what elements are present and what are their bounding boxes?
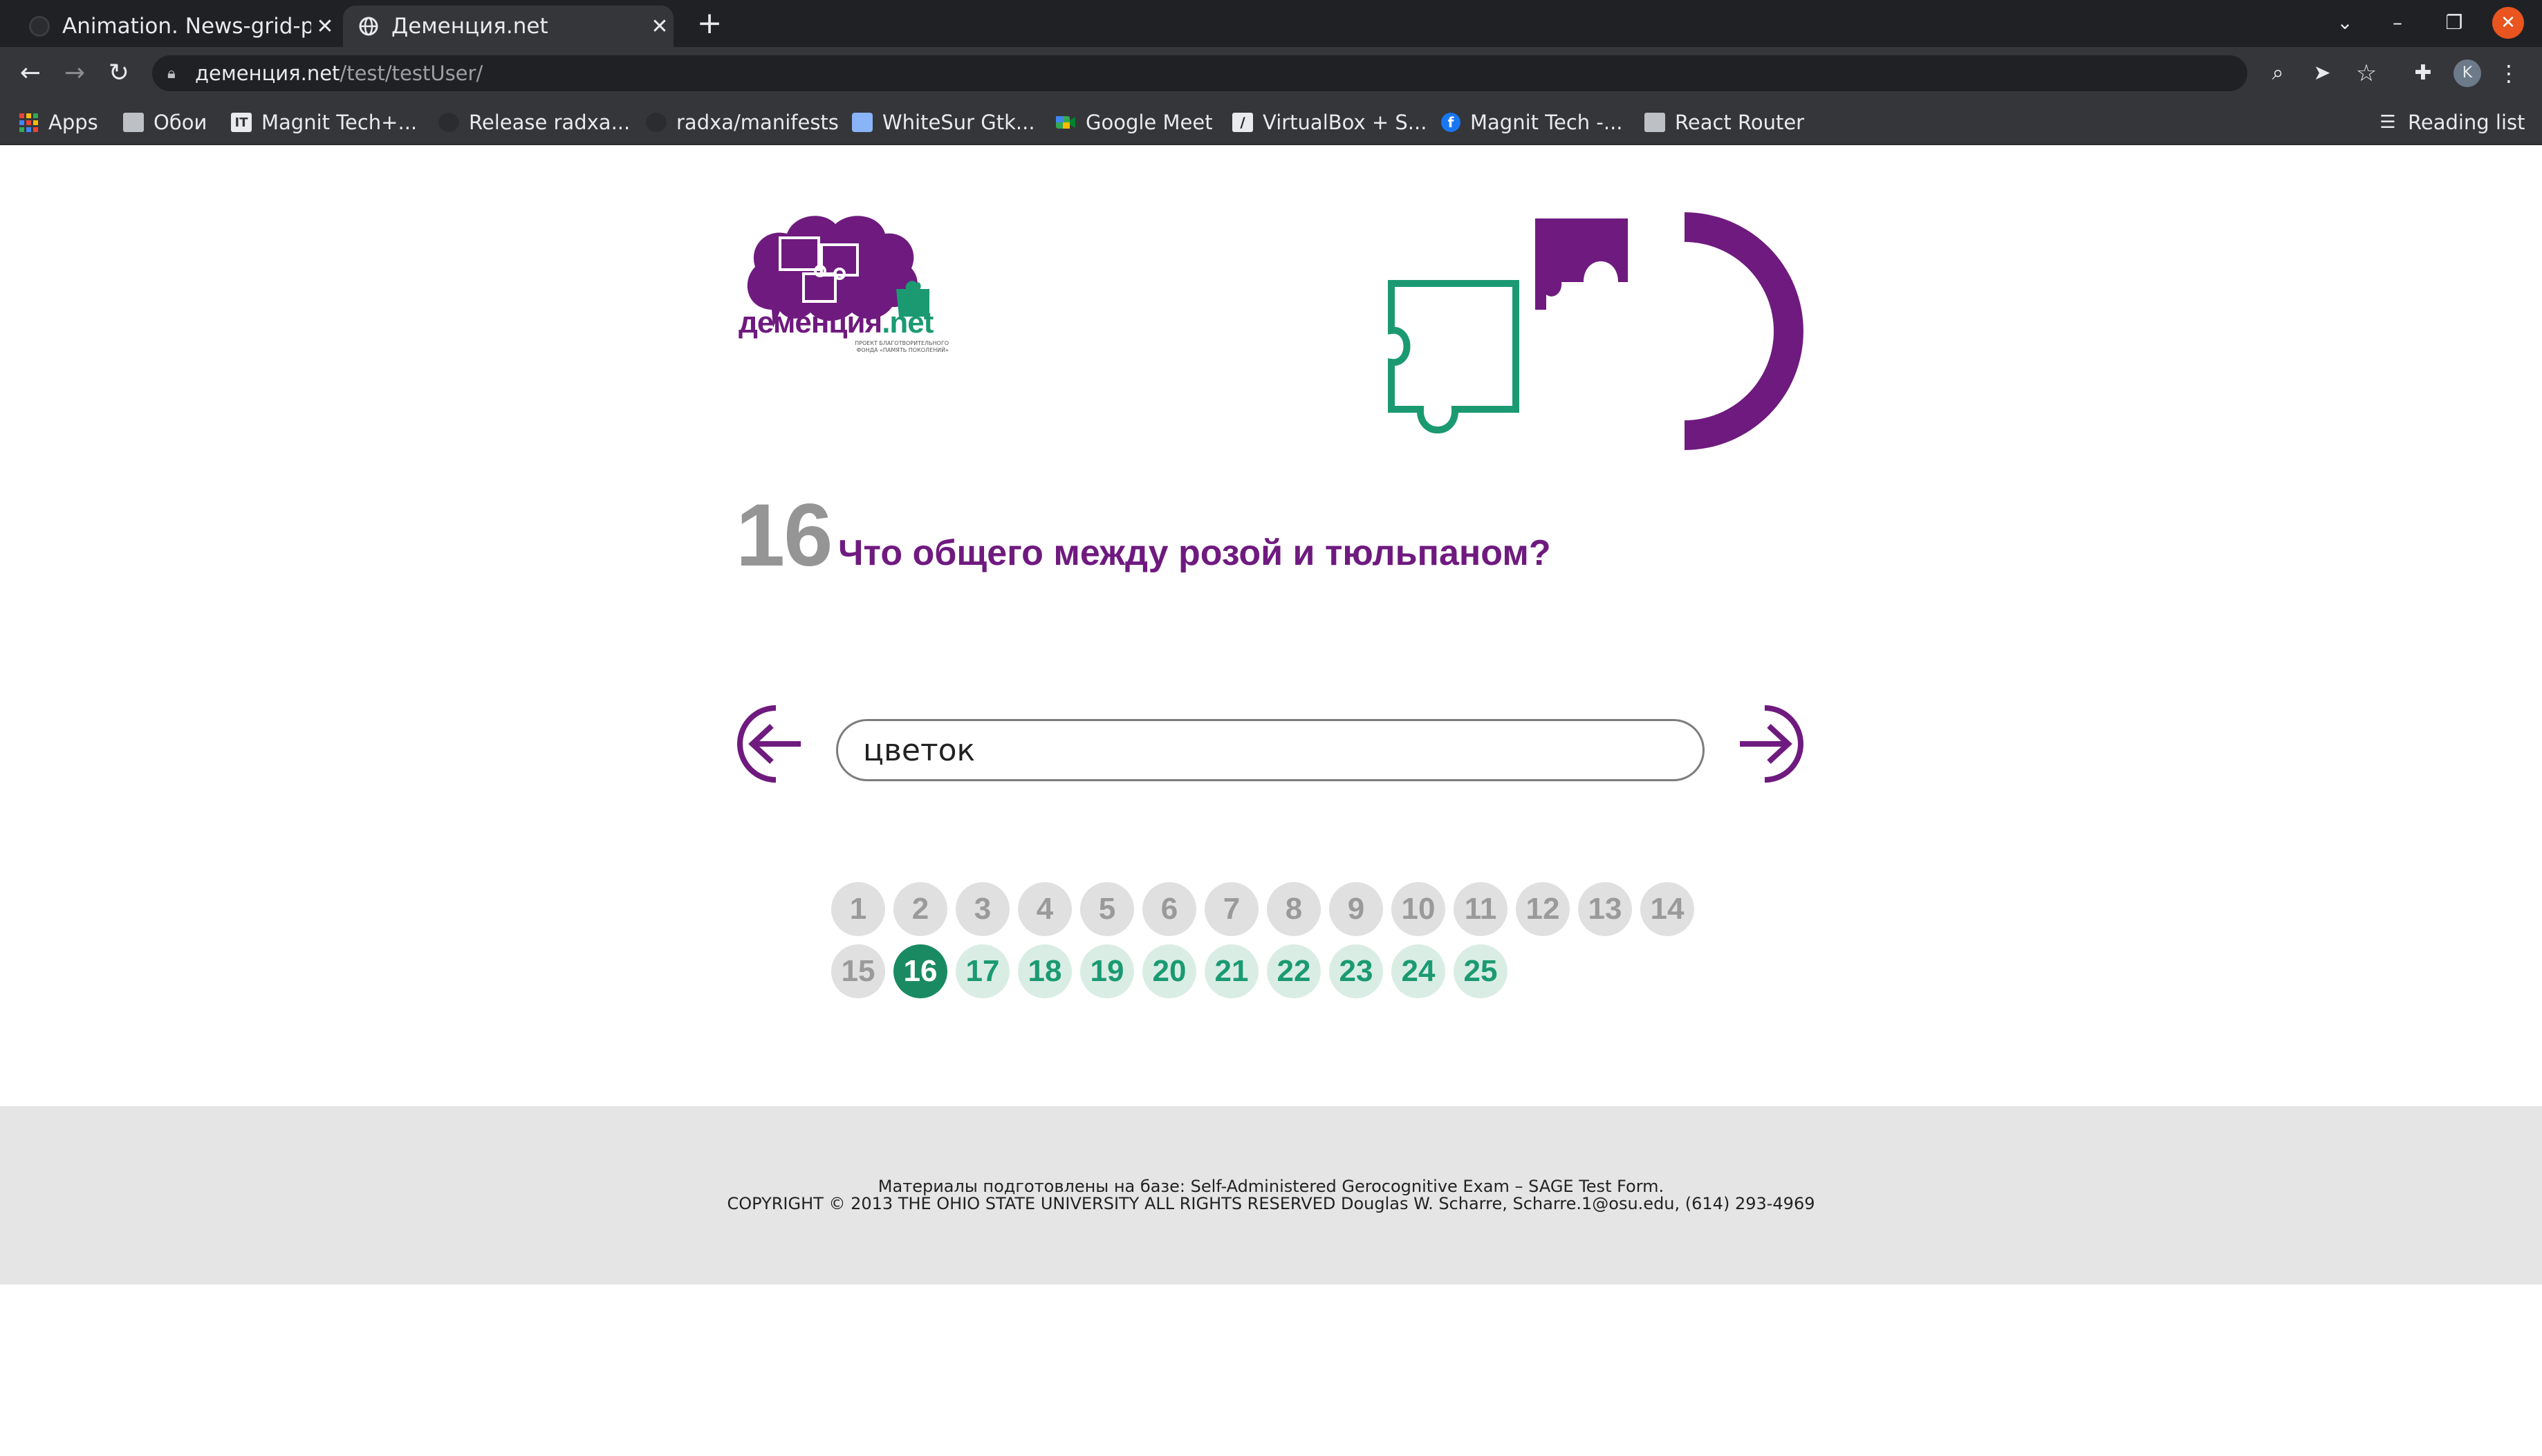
meet-icon [1055,113,1076,132]
bookmark-magnit-tech-fb[interactable]: f Magnit Tech -... [1441,108,1623,137]
reading-list-icon: ☰ [2379,112,2396,133]
pager-item-16[interactable]: 16 [893,944,947,998]
menu-icon[interactable]: ⋮ [2492,57,2525,90]
footer-source: Материалы подготовлены на базе: Self-Adm… [878,1177,1664,1196]
pager-item-22[interactable]: 22 [1267,944,1321,998]
github-icon [438,113,459,132]
prev-question-arrow-icon[interactable] [736,704,808,784]
restore-icon[interactable]: ❐ [2438,7,2470,39]
pager-item-3[interactable]: 3 [956,882,1010,936]
send-icon[interactable]: ➤ [2306,57,2339,90]
pager-item-15[interactable]: 15 [831,944,885,998]
footer: Материалы подготовлены на базе: Self-Adm… [0,1106,2542,1285]
window-close-icon[interactable]: ✕ [2492,7,2524,39]
pager-item-6[interactable]: 6 [1142,882,1196,936]
pager-item-19[interactable]: 19 [1080,944,1134,998]
bookmark-label: WhiteSur Gtk... [882,111,1035,134]
tab-title: Деменция.net [391,14,548,39]
bookmark-google-meet[interactable]: Google Meet [1055,108,1213,137]
globe-icon [358,16,379,37]
question-text: Что общего между розой и тюльпаном? [838,533,1551,573]
bookmarks-bar: Apps Обои IT Magnit Tech+... Release rad… [0,100,2542,145]
it-icon: IT [231,113,252,132]
pager-item-17[interactable]: 17 [956,944,1010,998]
logo-subtitle: ПРОЕКТ БЛАГОТВОРИТЕЛЬНОГО ФОНДА «ПАМЯТЬ … [855,340,949,353]
bookmark-release-radxa[interactable]: Release radxa... [438,108,630,137]
bookmark-label: Magnit Tech+... [261,111,418,134]
lock-icon: 🔒︎ [167,64,176,82]
pager-item-10[interactable]: 10 [1391,882,1445,936]
folder-icon [1644,113,1665,132]
page-content: деменция.net ПРОЕКТ БЛАГОТВОРИТЕЛЬНОГО Ф… [0,145,2542,1456]
bookmark-label: React Router [1675,111,1805,134]
bookmark-label: radxa/manifests [676,111,839,134]
decorative-puzzle-shapes [1388,212,1803,450]
tab-dementia-net[interactable]: Деменция.net ✕ [343,6,674,47]
zoom-icon[interactable]: ⌕ [2261,57,2294,90]
pager-item-25[interactable]: 25 [1454,944,1507,998]
bookmark-radxa-manifests[interactable]: radxa/manifests [646,108,839,137]
bookmark-whitesur-gtk[interactable]: WhiteSur Gtk... [852,108,1035,137]
pager-item-11[interactable]: 11 [1454,882,1507,936]
back-icon[interactable]: ← [14,57,47,90]
pager-item-9[interactable]: 9 [1329,882,1383,936]
pager-item-13[interactable]: 13 [1578,882,1632,936]
bookmark-star-icon[interactable]: ☆ [2350,57,2383,90]
next-question-arrow-icon[interactable] [1733,704,1805,784]
bookmark-label: Magnit Tech -... [1470,111,1623,134]
bookmark-virtualbox[interactable]: ∕ VirtualBox + S... [1232,108,1427,137]
url-host: деменция.net [195,62,340,85]
pager-item-8[interactable]: 8 [1267,882,1321,936]
bookmark-label: Release radxa... [469,111,631,134]
github-icon [646,113,667,132]
close-icon[interactable]: ✕ [311,15,339,39]
tab-animation-news-grid[interactable]: Animation. News-grid-page ✕ [14,6,339,47]
pager-item-5[interactable]: 5 [1080,882,1134,936]
pager-item-14[interactable]: 14 [1640,882,1694,936]
vbox-icon: ∕ [1232,113,1253,132]
tab-title: Animation. News-grid-page [62,14,311,39]
url-path: /test/testUser/ [340,62,483,85]
reload-icon[interactable]: ↻ [102,57,136,90]
bookmark-label: VirtualBox + S... [1263,111,1427,134]
bookmark-label: Apps [48,111,98,134]
pager-item-7[interactable]: 7 [1205,882,1259,936]
extensions-icon[interactable]: ✚ [2406,57,2440,90]
bookmark-oboi[interactable]: Обои [123,108,207,137]
bookmark-label: Обои [154,111,207,134]
bookmark-label: Google Meet [1086,111,1213,134]
folder-icon [123,113,144,132]
pager-item-4[interactable]: 4 [1018,882,1072,936]
browser-toolbar: ← → ↻ 🔒︎ деменция.net /test/testUser/ ⌕ … [0,47,2542,100]
footer-copyright: COPYRIGHT © 2013 THE OHIO STATE UNIVERSI… [727,1194,1815,1213]
reading-list-label: Reading list [2408,111,2525,134]
answer-input[interactable] [836,719,1705,781]
address-bar[interactable]: 🔒︎ деменция.net /test/testUser/ [152,55,2247,91]
pager-item-20[interactable]: 20 [1142,944,1196,998]
browser-tab-bar: Animation. News-grid-page ✕ Деменция.net… [0,0,2542,47]
minimize-icon[interactable]: – [2382,7,2413,39]
new-tab-button[interactable]: + [692,6,727,41]
bookmark-magnit-tech-plus[interactable]: IT Magnit Tech+... [231,108,417,137]
forward-icon[interactable]: → [58,57,91,90]
reading-list[interactable]: ☰ Reading list [2377,108,2525,137]
pager-item-24[interactable]: 24 [1391,944,1445,998]
pager-item-18[interactable]: 18 [1018,944,1072,998]
close-icon[interactable]: ✕ [646,15,674,39]
theme-icon [852,113,873,132]
tab-search-icon[interactable]: ⌄ [2329,7,2361,39]
question-number: 16 [736,486,833,585]
pager-item-21[interactable]: 21 [1205,944,1259,998]
pager-item-1[interactable]: 1 [831,882,885,936]
facebook-icon: f [1441,113,1460,132]
pager-item-23[interactable]: 23 [1329,944,1383,998]
bookmark-react-router[interactable]: React Router [1644,108,1804,137]
logo-wordmark: деменция.net [739,306,934,339]
github-icon [29,16,50,37]
pager-item-12[interactable]: 12 [1516,882,1570,936]
profile-avatar[interactable]: K [2453,59,2481,87]
bookmark-apps[interactable]: Apps [18,108,98,137]
apps-grid-icon [18,113,39,132]
pager-item-2[interactable]: 2 [893,882,947,936]
